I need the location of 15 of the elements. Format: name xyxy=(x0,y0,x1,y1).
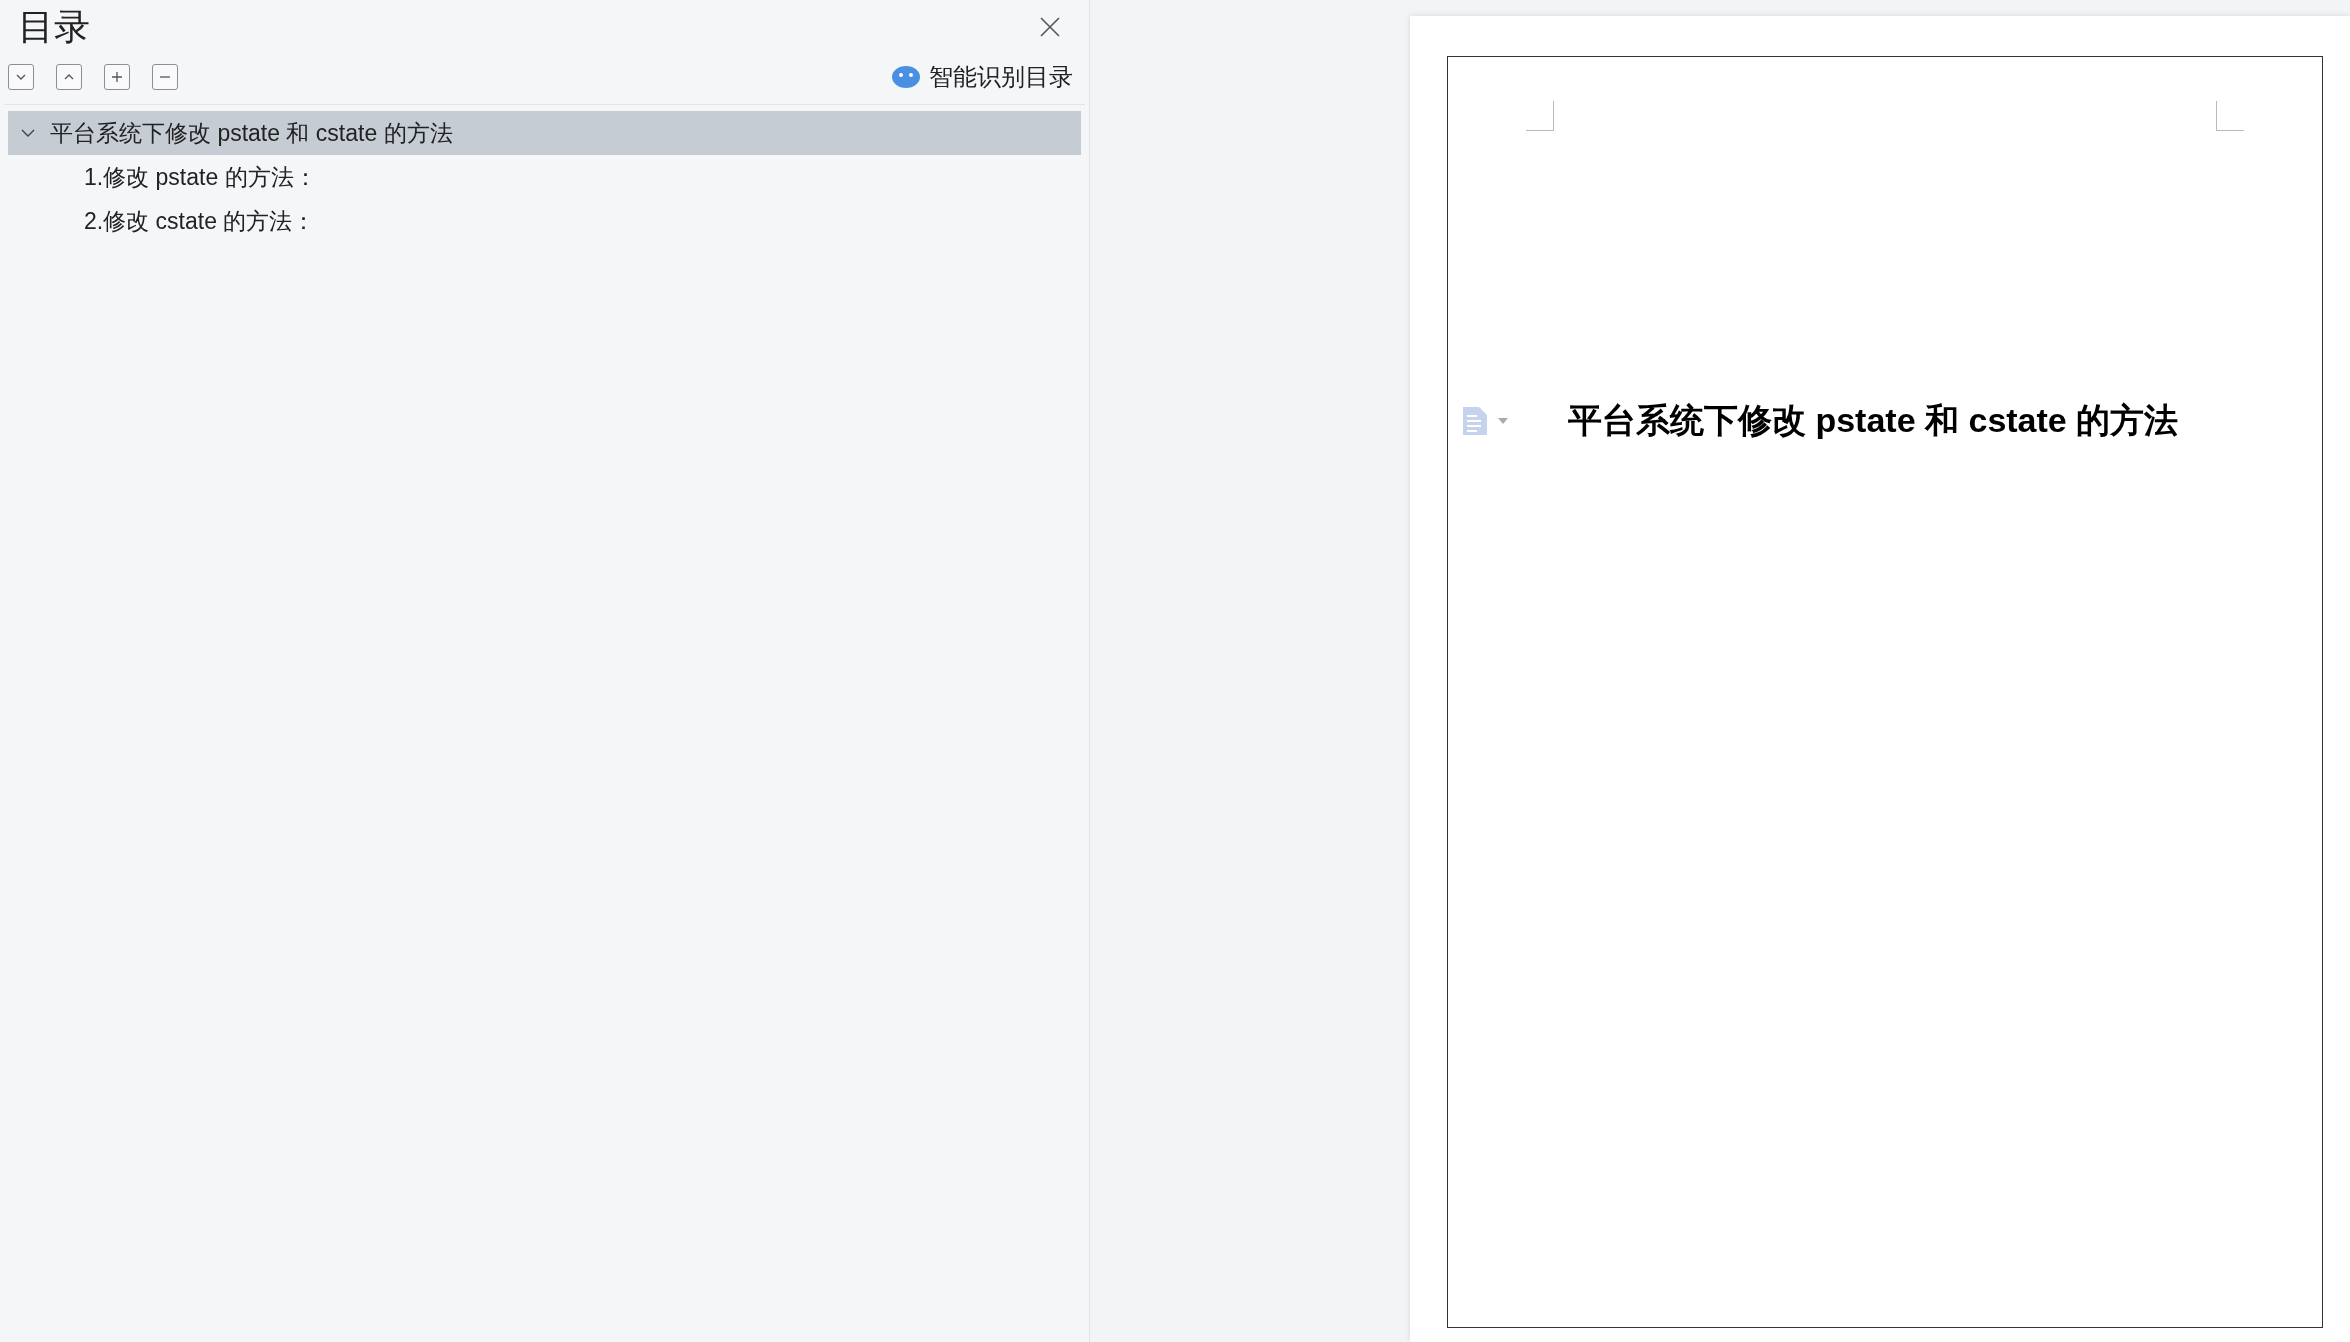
document-heading: 平台系统下修改 pstate 和 cstate 的方法 xyxy=(1568,400,2179,441)
smart-outline-button[interactable]: 智能识别目录 xyxy=(891,59,1073,95)
panel-title: 目录 xyxy=(18,5,90,49)
robot-icon xyxy=(891,65,921,89)
outline-item[interactable]: 1.修改 pstate 的方法： xyxy=(8,155,1081,199)
corner-mark xyxy=(1526,101,1554,131)
plus-icon[interactable] xyxy=(104,64,130,90)
close-icon[interactable] xyxy=(1039,16,1061,38)
outline-item[interactable]: 2.修改 cstate 的方法： xyxy=(8,199,1081,243)
outline-item[interactable]: 平台系统下修改 pstate 和 cstate 的方法 xyxy=(8,111,1081,155)
collapse-icon[interactable] xyxy=(8,64,34,90)
minus-icon[interactable] xyxy=(152,64,178,90)
expand-icon[interactable] xyxy=(56,64,82,90)
corner-mark xyxy=(2216,101,2244,131)
caret-icon[interactable] xyxy=(1498,417,1508,424)
